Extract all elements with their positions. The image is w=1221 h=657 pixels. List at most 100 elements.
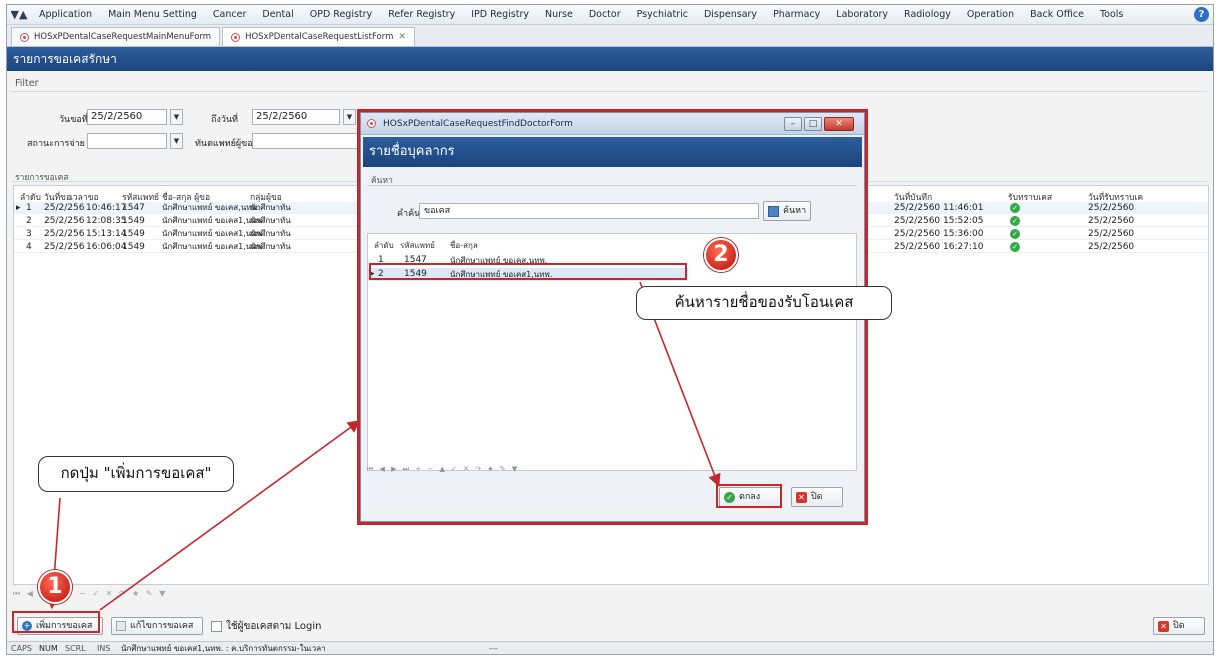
status-dropdown-icon[interactable]: ▼ <box>170 133 183 149</box>
menu-item-operation[interactable]: Operation <box>959 5 1022 25</box>
callout-press-add: กดปุ่ม "เพิ่มการขอเคส" <box>38 456 234 492</box>
menu-item-main-menu-setting[interactable]: Main Menu Setting <box>100 5 205 25</box>
status-caps: CAPS <box>11 644 32 653</box>
row-indicator-icon: ▸ <box>16 203 21 213</box>
status-ins: INS <box>97 644 111 653</box>
date-from-field[interactable]: 25/2/2560 <box>87 109 167 125</box>
requester-label: ทันตแพทย์ผู้ขอ <box>195 139 253 149</box>
cell-doctor-code: 1549 <box>122 242 145 252</box>
maximize-icon[interactable]: □ <box>804 117 822 131</box>
requester-field[interactable] <box>252 133 362 149</box>
step-2-badge: 2 <box>704 238 738 272</box>
cell-date: 25/2/256 <box>44 203 85 213</box>
search-icon <box>768 205 779 217</box>
menu-item-laboratory[interactable]: Laboratory <box>828 5 896 25</box>
close-icon: ✕ <box>1158 620 1169 632</box>
menu-item-refer-registry[interactable]: Refer Registry <box>380 5 463 25</box>
find-label: ค้นหา <box>783 206 807 216</box>
edit-request-label: แก้ไขการขอเคส <box>130 621 194 631</box>
window-close-icon[interactable]: ✕ <box>824 117 854 131</box>
tab-main-menu-form[interactable]: HOSxPDentalCaseRequestMainMenuForm <box>11 27 221 46</box>
cell-group: นักศึกษาทัน <box>250 242 291 251</box>
close-label: ปิด <box>1173 621 1185 631</box>
menu-items: Application Main Menu Setting Cancer Dental… <box>31 5 1131 25</box>
check-icon: ✓ <box>1010 203 1020 213</box>
dialog-close-label: ปิด <box>811 492 823 502</box>
cell-date: 25/2/256 <box>44 216 85 226</box>
tab-label: HOSxPDentalCaseRequestMainMenuForm <box>34 32 212 42</box>
callout-search-transfer: ค้นหารายชื่อของรับโอนเคส <box>636 286 892 320</box>
highlight-add-request <box>12 611 100 633</box>
menu-item-nurse[interactable]: Nurse <box>537 5 581 25</box>
menu-item-ipd-registry[interactable]: IPD Registry <box>463 5 537 25</box>
highlight-selected-row <box>369 263 687 280</box>
menu-item-psychiatric[interactable]: Psychiatric <box>629 5 696 25</box>
cell-time: 15:13:14 <box>86 229 127 239</box>
highlight-ok-button <box>716 484 782 508</box>
document-tab-bar: HOSxPDentalCaseRequestMainMenuForm HOSxP… <box>7 25 1213 47</box>
dialog-close-button[interactable]: ✕ ปิด <box>791 487 843 507</box>
dialog-grid-navigator[interactable]: ⏮ ◀ ▶ ⏭ + − ▲ ✓ ✕ ↷ ★ ✎ ▼ <box>367 465 519 474</box>
menu-bar: ▼▲ Application Main Menu Setting Cancer Den… <box>7 5 1213 25</box>
cell-doctor-code: 1549 <box>122 216 145 226</box>
status-field[interactable] <box>87 133 167 149</box>
check-icon: ✓ <box>1010 242 1020 252</box>
cell-no: 1 <box>26 203 32 213</box>
grid-navigator[interactable]: ⏮ ◀ ▶ ⏭ + − ✓ ✕ ↷ ★ ✎ ▼ <box>13 589 167 599</box>
form-icon <box>20 32 29 42</box>
menu-item-cancer[interactable]: Cancer <box>205 5 254 25</box>
cell-saved: 25/2/2560 15:52:05 <box>894 216 984 226</box>
status-scrl: SCRL <box>65 644 86 653</box>
menu-item-radiology[interactable]: Radiology <box>896 5 959 25</box>
filter-title: Filter <box>15 78 39 89</box>
cell-group: นักศึกษาทัน <box>250 216 291 225</box>
date-from-dropdown-icon[interactable]: ▼ <box>170 109 183 125</box>
menu-item-opd-registry[interactable]: OPD Registry <box>302 5 380 25</box>
edit-request-button[interactable]: แก้ไขการขอเคส <box>111 617 203 635</box>
date-to-label: ถึงวันที่ <box>211 115 238 125</box>
minimize-icon[interactable]: – <box>784 117 802 131</box>
cell-no: 4 <box>26 242 32 252</box>
cell-time: 12:08:35 <box>86 216 127 226</box>
cell-no: 3 <box>26 229 32 239</box>
keyword-input[interactable]: ขอเคส <box>419 203 759 219</box>
date-to-field[interactable]: 25/2/2560 <box>252 109 340 125</box>
menu-item-pharmacy[interactable]: Pharmacy <box>765 5 828 25</box>
find-button[interactable]: ค้นหา <box>763 201 811 221</box>
menu-item-application[interactable]: Application <box>31 5 100 25</box>
dialog-header: รายชื่อบุคลากร <box>363 137 862 167</box>
tab-list-form[interactable]: HOSxPDentalCaseRequestListForm ✕ <box>222 27 415 46</box>
column-header[interactable]: ลำดับ <box>374 239 394 252</box>
cell-ack-date: 25/2/2560 <box>1088 229 1135 239</box>
help-icon[interactable]: ? <box>1194 7 1209 22</box>
page-title: รายการขอเคสรักษา <box>7 47 1213 71</box>
menu-item-dispensary[interactable]: Dispensary <box>696 5 765 25</box>
column-header[interactable]: ชื่อ-สกุล <box>450 239 478 252</box>
menu-item-doctor[interactable]: Doctor <box>581 5 629 25</box>
menu-item-dental[interactable]: Dental <box>254 5 301 25</box>
cell-time: 16:06:04 <box>86 242 127 252</box>
cell-ack-date: 25/2/2560 <box>1088 242 1135 252</box>
status-bar: CAPS NUM SCRL INS นักศึกษาแพทย์ ขอเคส1,น… <box>7 641 1213 654</box>
column-header[interactable]: รหัสแพทย์ <box>400 239 435 252</box>
divider <box>11 91 1207 92</box>
cell-saved: 25/2/2560 15:36:00 <box>894 229 984 239</box>
close-button[interactable]: ✕ ปิด <box>1153 617 1205 635</box>
cell-date: 25/2/256 <box>44 242 85 252</box>
tab-label: HOSxPDentalCaseRequestListForm <box>245 32 394 42</box>
cell-saved: 25/2/2560 11:46:01 <box>894 203 984 213</box>
status-user: นักศึกษาแพทย์ ขอเคส1,นทพ. : ค.บริการทันต… <box>121 644 326 653</box>
check-icon: ✓ <box>1010 216 1020 226</box>
date-from-label: วันขอที่ <box>59 115 88 125</box>
status-num: NUM <box>39 644 58 653</box>
menu-item-tools[interactable]: Tools <box>1092 5 1131 25</box>
keyword-label: คำค้น <box>397 209 421 219</box>
app-logo-icon[interactable]: ▼▲ <box>7 5 31 25</box>
cell-doctor-code: 1549 <box>122 229 145 239</box>
date-to-dropdown-icon[interactable]: ▼ <box>343 109 356 125</box>
menu-item-back-office[interactable]: Back Office <box>1022 5 1092 25</box>
check-icon: ✓ <box>1010 229 1020 239</box>
login-checkbox[interactable] <box>211 621 222 632</box>
dialog-window-title: HOSxPDentalCaseRequestFindDoctorForm <box>383 119 573 129</box>
close-tab-icon[interactable]: ✕ <box>398 32 406 42</box>
